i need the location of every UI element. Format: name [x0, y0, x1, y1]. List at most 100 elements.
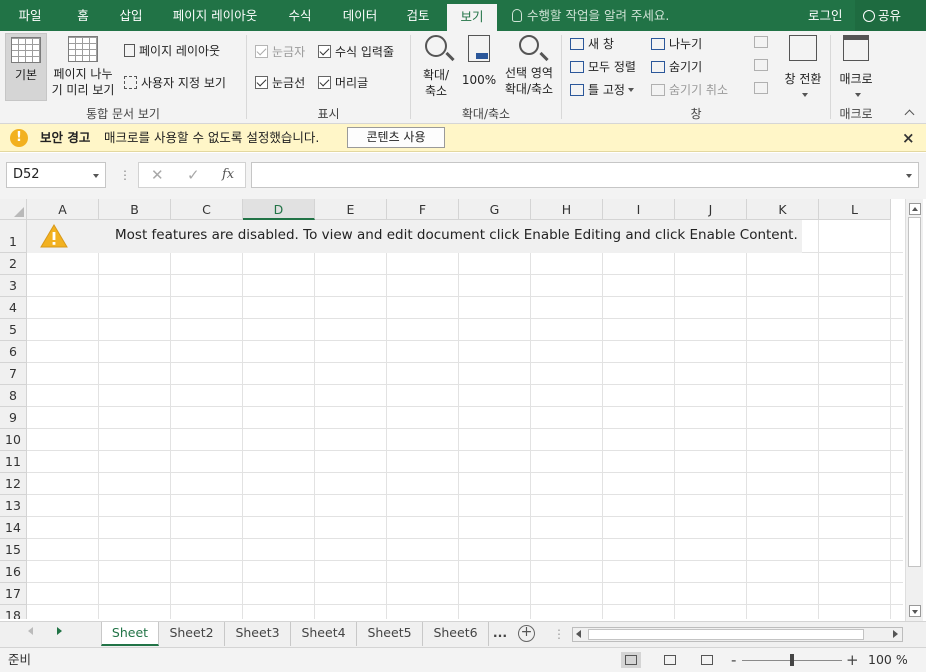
page-layout-view-button[interactable]: 페이지 레이아웃 — [124, 42, 220, 59]
column-header[interactable]: K — [747, 199, 819, 220]
formula-bar-checkbox[interactable]: 수식 입력줄 — [318, 43, 394, 60]
row-header[interactable]: 10 — [0, 429, 27, 451]
zoom-button[interactable]: 확대/ 축소 — [416, 35, 456, 103]
arrange-all-button[interactable]: 모두 정렬 — [570, 58, 636, 75]
sheet-tab-sheet[interactable]: Sheet — [101, 622, 159, 646]
row-header[interactable]: 1 — [0, 220, 27, 253]
row-header[interactable]: 6 — [0, 341, 27, 363]
row-header[interactable]: 17 — [0, 583, 27, 605]
hide-button[interactable]: 숨기기 — [651, 58, 702, 75]
scroll-right-icon[interactable] — [893, 630, 898, 638]
page-layout-status-button[interactable] — [660, 652, 680, 668]
enable-content-button[interactable]: 콘텐츠 사용 — [347, 127, 445, 148]
column-header[interactable]: L — [819, 199, 891, 220]
row-header[interactable]: 11 — [0, 451, 27, 473]
switch-windows-button[interactable]: 창 전환 — [778, 35, 828, 103]
normal-view-button[interactable]: 기본 — [5, 33, 47, 101]
worksheet-grid[interactable]: A B C D E F G H I J K L 1 2 3 4 5 6 7 8 9 10 11 12 13 14 15 16 17 18 M… — [0, 199, 903, 619]
tab-split-grip[interactable]: ⋮ — [553, 622, 565, 646]
zoom-in-button[interactable]: + — [846, 648, 859, 672]
horizontal-scrollbar[interactable] — [572, 627, 903, 642]
macros-button[interactable]: 매크로 — [834, 35, 878, 103]
column-header[interactable]: I — [603, 199, 675, 220]
row-header[interactable]: 2 — [0, 253, 27, 275]
scroll-down-icon[interactable] — [909, 605, 921, 617]
formula-bar-grip[interactable]: ⋮ — [119, 162, 131, 188]
gridlines-checkbox[interactable]: 눈금선 — [255, 74, 305, 91]
sign-in-link[interactable]: 로그인 — [808, 0, 843, 31]
scroll-left-icon[interactable] — [576, 630, 581, 638]
formula-input[interactable] — [251, 162, 919, 188]
column-header[interactable]: H — [531, 199, 603, 220]
column-header[interactable]: A — [27, 199, 99, 220]
tab-file[interactable]: 파일 — [6, 0, 54, 31]
zoom-percent[interactable]: 100 % — [868, 648, 908, 672]
chevron-down-icon[interactable] — [906, 174, 912, 178]
zoom-to-selection-button[interactable]: 선택 영역 확대/축소 — [500, 35, 558, 103]
sheet-tab-sheet4[interactable]: Sheet4 — [291, 622, 357, 646]
next-sheet-icon[interactable] — [57, 627, 62, 635]
zoom-slider-thumb[interactable] — [790, 654, 794, 666]
tab-home[interactable]: 홈 — [64, 0, 102, 31]
row-header[interactable]: 14 — [0, 517, 27, 539]
split-button[interactable]: 나누기 — [651, 35, 702, 52]
sheet-tab-sheet5[interactable]: Sheet5 — [357, 622, 423, 646]
row-header[interactable]: 3 — [0, 275, 27, 297]
row-header[interactable]: 13 — [0, 495, 27, 517]
tab-review[interactable]: 검토 — [396, 0, 440, 31]
row-header[interactable]: 18 — [0, 605, 27, 619]
gridline — [27, 538, 903, 539]
zoom-slider[interactable] — [742, 654, 842, 666]
chevron-down-icon[interactable] — [93, 174, 99, 178]
more-sheets-button[interactable]: ... — [489, 622, 511, 646]
horizontal-scroll-thumb[interactable] — [588, 629, 864, 640]
column-header[interactable]: J — [675, 199, 747, 220]
row-header[interactable]: 12 — [0, 473, 27, 495]
scroll-up-icon[interactable] — [909, 203, 921, 215]
page-break-status-button[interactable] — [697, 652, 717, 668]
normal-view-status-button[interactable] — [621, 652, 641, 668]
sheet-tab-sheet2[interactable]: Sheet2 — [159, 622, 225, 646]
tab-page-layout[interactable]: 페이지 레이아웃 — [162, 0, 268, 31]
add-sheet-button[interactable]: + — [518, 625, 535, 642]
column-header[interactable]: F — [387, 199, 459, 220]
row-header[interactable]: 8 — [0, 385, 27, 407]
row-header[interactable]: 15 — [0, 539, 27, 561]
new-window-button[interactable]: 새 창 — [570, 35, 614, 52]
close-icon[interactable]: × — [902, 124, 915, 152]
column-header[interactable]: D — [243, 199, 315, 220]
custom-views-button[interactable]: 사용자 지정 보기 — [124, 74, 226, 91]
tab-insert[interactable]: 삽입 — [110, 0, 152, 31]
tell-me-box[interactable]: 수행할 작업을 알려 주세요. — [512, 0, 669, 31]
share-button[interactable]: 공유 — [855, 0, 926, 31]
column-header[interactable]: C — [171, 199, 243, 220]
name-box[interactable]: D52 — [6, 162, 106, 188]
column-header[interactable]: B — [99, 199, 171, 220]
row-header[interactable]: 7 — [0, 363, 27, 385]
row-header[interactable]: 5 — [0, 319, 27, 341]
column-header[interactable]: E — [315, 199, 387, 220]
row-header[interactable]: 16 — [0, 561, 27, 583]
normal-view-icon — [11, 37, 41, 63]
headings-checkbox[interactable]: 머리글 — [318, 74, 368, 91]
insert-function-icon[interactable]: fx — [222, 167, 234, 182]
collapse-ribbon-icon[interactable] — [905, 109, 915, 117]
tab-data[interactable]: 데이터 — [332, 0, 388, 31]
row-header[interactable]: 9 — [0, 407, 27, 429]
freeze-panes-button[interactable]: 틀 고정 — [570, 81, 634, 98]
previous-sheet-icon[interactable] — [28, 627, 33, 635]
vertical-scroll-thumb[interactable] — [908, 217, 921, 567]
column-header[interactable]: G — [459, 199, 531, 220]
zoom-out-button[interactable]: - — [731, 648, 736, 672]
vertical-scrollbar[interactable] — [905, 199, 923, 621]
row-header[interactable]: 4 — [0, 297, 27, 319]
tab-view[interactable]: 보기 — [447, 4, 497, 31]
sheet-tab-sheet6[interactable]: Sheet6 — [423, 622, 489, 646]
cancel-icon[interactable]: ✕ — [151, 166, 164, 184]
select-all-button[interactable] — [0, 199, 27, 220]
enter-icon[interactable]: ✓ — [187, 166, 200, 184]
tab-formulas[interactable]: 수식 — [278, 0, 322, 31]
page-break-preview-button[interactable]: 페이지 나누 기 미리 보기 — [49, 33, 117, 101]
sheet-tab-sheet3[interactable]: Sheet3 — [225, 622, 291, 646]
zoom-100-button[interactable]: 100% — [460, 35, 498, 103]
